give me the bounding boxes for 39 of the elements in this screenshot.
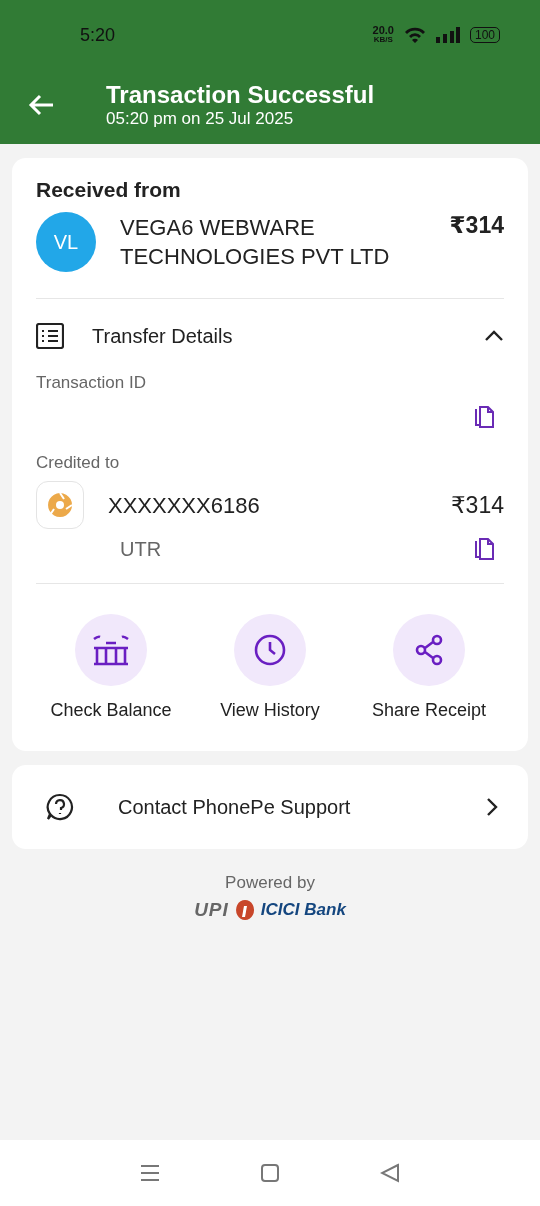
action-button[interactable]: Check Balance xyxy=(36,614,186,721)
battery-level: 100 xyxy=(469,27,500,43)
copy-icon[interactable] xyxy=(474,405,496,429)
field-label: Credited to xyxy=(36,453,121,473)
field-label: UTR xyxy=(120,537,163,561)
sender-name: VEGA6 WEBWARE TECHNOLOGIES PVT LTD xyxy=(120,214,391,271)
sender-avatar: VL xyxy=(36,212,96,272)
home-icon[interactable] xyxy=(260,1163,280,1183)
network-speed: 20.0 KB/S xyxy=(372,25,394,45)
back-icon[interactable] xyxy=(380,1163,400,1183)
bank-emblem-icon xyxy=(234,899,255,921)
transfer-details-toggle[interactable]: Transfer Details xyxy=(36,299,504,373)
page-title: Transaction Successful xyxy=(106,81,375,109)
clock-icon xyxy=(254,634,286,666)
account-number: XXXXXXX6186 xyxy=(108,491,261,520)
support-link[interactable]: Contact PhonePe Support xyxy=(12,765,528,849)
powered-by-label: Powered by xyxy=(225,873,315,893)
section-heading: Received from xyxy=(36,177,182,203)
bank-icon xyxy=(93,633,129,667)
signal-icon xyxy=(435,27,460,43)
icici-bank-logo: ICICI Bank xyxy=(260,900,346,920)
upi-logo: UPI xyxy=(194,899,229,921)
credited-amount: ₹314 xyxy=(451,491,504,519)
bank-logo xyxy=(36,481,84,529)
transaction-time: 05:20 pm on 25 Jul 2025 xyxy=(106,109,295,129)
action-button[interactable]: Share Receipt xyxy=(354,614,504,721)
list-icon xyxy=(36,323,64,349)
status-time: 5:20 xyxy=(80,24,116,46)
wifi-icon xyxy=(403,26,426,44)
back-arrow-icon[interactable] xyxy=(28,94,54,116)
copy-icon[interactable] xyxy=(474,537,496,561)
action-button[interactable]: View History xyxy=(195,614,345,721)
menu-icon[interactable] xyxy=(140,1164,160,1182)
help-icon xyxy=(46,793,74,821)
chevron-right-icon xyxy=(486,797,498,817)
chevron-up-icon xyxy=(484,330,504,342)
field-label: Transaction ID xyxy=(36,373,147,393)
share-icon xyxy=(415,634,443,666)
received-amount: ₹314 xyxy=(449,212,504,239)
